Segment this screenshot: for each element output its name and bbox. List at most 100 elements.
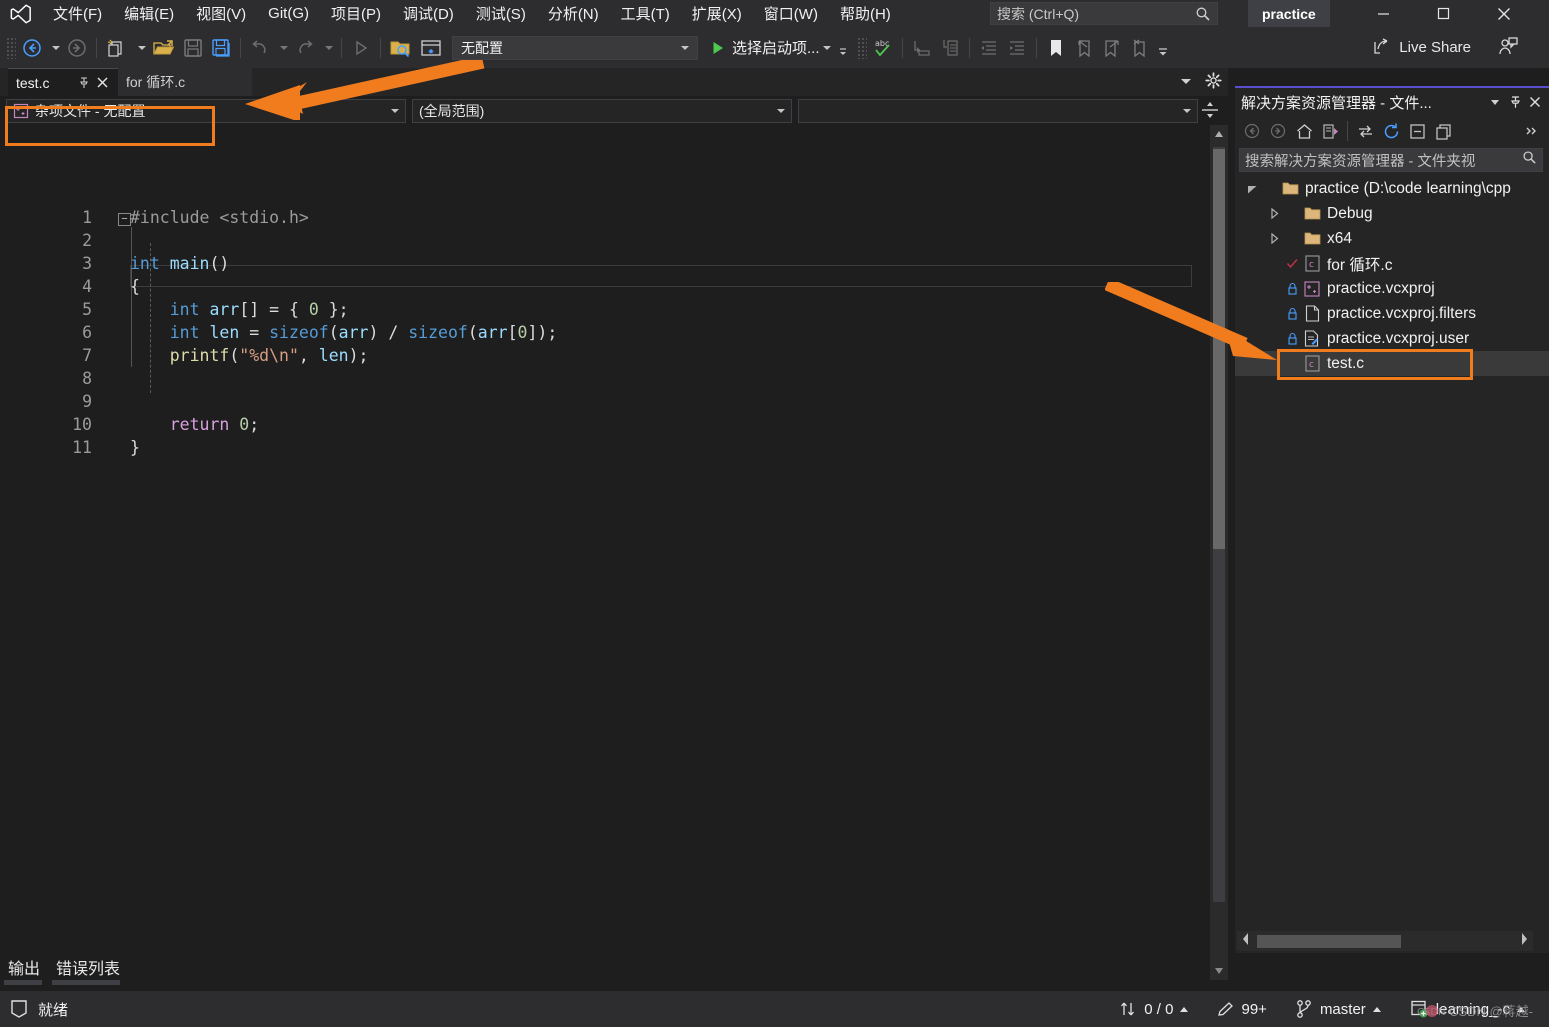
menu-item-tools[interactable]: 工具(T) [610,0,681,27]
bottom-tab-output[interactable]: 输出 [0,955,48,985]
code-line[interactable]: printf("%d\n", len); [130,346,369,365]
open-file-icon[interactable] [149,34,179,62]
new-item-dropdown[interactable] [132,34,149,62]
scroll-up-icon[interactable] [1210,125,1228,143]
code-line[interactable]: int main() [130,254,229,273]
tab-list-dropdown-icon[interactable] [1179,74,1193,93]
find-in-files-icon[interactable] [386,34,416,62]
chevron-down-icon[interactable] [1485,91,1505,113]
source-control-sync[interactable]: 0 / 0 [1105,996,1202,1022]
close-icon[interactable] [1525,91,1545,113]
menu-item-help[interactable]: 帮助(H) [829,0,902,27]
close-button[interactable] [1481,0,1526,27]
tree-item[interactable]: Debug [1235,201,1549,226]
gear-icon[interactable] [1205,72,1222,94]
navigate-forward-icon[interactable] [63,34,91,62]
collapse-all-icon[interactable] [1404,119,1430,143]
expand-toggle-collapsed-icon[interactable] [1265,230,1283,248]
forward-icon[interactable] [1265,119,1291,143]
menu-item-extensions[interactable]: 扩展(X) [681,0,753,27]
pin-icon[interactable] [1505,91,1525,113]
overflow-icon[interactable] [1519,119,1545,143]
solution-explorer-search-input[interactable]: 搜索解决方案资源管理器 - 文件夹视 [1239,148,1543,172]
share-user-icon[interactable] [1497,36,1519,63]
scroll-down-icon[interactable] [1210,962,1228,980]
comment-icon[interactable] [908,34,936,62]
maximize-button[interactable] [1421,0,1466,27]
start-debug-icon[interactable] [347,34,375,62]
menu-item-project[interactable]: 项目(P) [320,0,392,27]
previous-bookmark-icon[interactable] [1070,34,1098,62]
menu-item-file[interactable]: 文件(F) [42,0,113,27]
code-line[interactable]: #include <stdio.h> [130,208,309,227]
scrollbar-thumb[interactable] [1213,149,1225,549]
scroll-right-icon[interactable] [1519,932,1529,951]
tree-item[interactable]: practice.vcxproj.user [1235,326,1549,351]
code-line[interactable]: int arr[] = { 0 }; [130,300,349,319]
menu-item-debug[interactable]: 调试(D) [392,0,465,27]
switch-view-icon[interactable] [1317,119,1343,143]
back-icon[interactable] [1239,119,1265,143]
navigate-back-icon[interactable] [18,34,46,62]
refresh-icon[interactable] [1378,119,1404,143]
tree-item[interactable]: x64 [1235,226,1549,251]
navbar-project-combobox[interactable]: 杂项文件 - 无配置 [6,98,406,123]
tree-item[interactable]: practice.vcxproj.filters [1235,301,1549,326]
code-editor-surface[interactable]: − 1 #include <stdio.h> 2 3 int main() 4{5 int… [0,125,1210,980]
editor-tab-test-c[interactable]: test.c [8,68,118,96]
toggle-bookmark-icon[interactable] [1042,34,1070,62]
code-line[interactable]: int len = sizeof(arr) / sizeof(arr[0]); [130,323,558,342]
configuration-combobox[interactable]: 无配置 [452,35,698,60]
toolbar-grip-secondary[interactable] [856,36,867,59]
menu-item-git[interactable]: Git(G) [257,0,320,27]
navbar-symbol-combobox[interactable] [798,98,1198,123]
git-branch-selector[interactable]: master [1281,996,1395,1022]
global-search-input[interactable]: 搜索 (Ctrl+Q) [990,2,1218,25]
split-view-icon[interactable] [1200,100,1220,125]
code-line[interactable]: { [130,277,140,296]
live-share-button[interactable]: Live Share [1372,34,1471,60]
spell-check-icon[interactable]: abc [869,34,897,62]
tree-item[interactable]: practice.vcxproj [1235,276,1549,301]
navigate-back-dropdown[interactable] [46,34,63,62]
expand-toggle-collapsed-icon[interactable] [1265,205,1283,223]
editor-tab-for-loop-c[interactable]: for 循环.c [118,68,252,96]
code-line[interactable]: return 0; [130,415,259,434]
redo-icon[interactable] [291,34,319,62]
decrease-indent-icon[interactable] [975,34,1003,62]
pin-icon[interactable] [76,75,92,91]
navbar-scope-combobox[interactable]: (全局范围) [412,98,792,123]
new-item-icon[interactable] [102,34,132,62]
uncomment-icon[interactable] [936,34,964,62]
solution-explorer-tree[interactable]: practice (D:\code learning\cpp Debug x64 c f… [1235,176,1549,376]
bottom-tab-error-list[interactable]: 错误列表 [48,955,128,985]
solution-explorer-horizontal-scrollbar[interactable] [1237,931,1533,951]
tree-item[interactable]: practice (D:\code learning\cpp [1235,176,1549,201]
sync-with-active-document-icon[interactable] [1352,119,1378,143]
tree-item[interactable]: c test.c [1235,351,1549,376]
window-layout-icon[interactable] [416,34,446,62]
editor-vertical-scrollbar[interactable] [1210,125,1228,980]
minimize-button[interactable] [1361,0,1406,27]
scrollbar-thumb[interactable] [1257,934,1401,948]
start-debug-target-button[interactable]: 选择启动项... [706,34,835,62]
toolbar-overflow-icon[interactable] [1154,34,1172,62]
menu-item-test[interactable]: 测试(S) [465,0,537,27]
next-bookmark-icon[interactable] [1098,34,1126,62]
close-icon[interactable] [94,75,110,91]
menu-item-view[interactable]: 视图(V) [185,0,257,27]
increase-indent-icon[interactable] [1003,34,1031,62]
menu-item-analyze[interactable]: 分析(N) [537,0,610,27]
undo-icon[interactable] [246,34,274,62]
save-all-icon[interactable] [207,34,235,62]
save-icon[interactable] [179,34,207,62]
pending-changes[interactable]: 99+ [1202,996,1280,1022]
redo-dropdown[interactable] [319,34,336,62]
start-options-overflow[interactable] [835,34,851,62]
expand-toggle-expanded-icon[interactable] [1243,180,1261,198]
toolbar-grip[interactable] [6,36,16,59]
code-line[interactable]: } [130,438,140,457]
show-all-files-icon[interactable] [1430,119,1456,143]
menu-item-window[interactable]: 窗口(W) [753,0,829,27]
scroll-left-icon[interactable] [1241,932,1251,951]
